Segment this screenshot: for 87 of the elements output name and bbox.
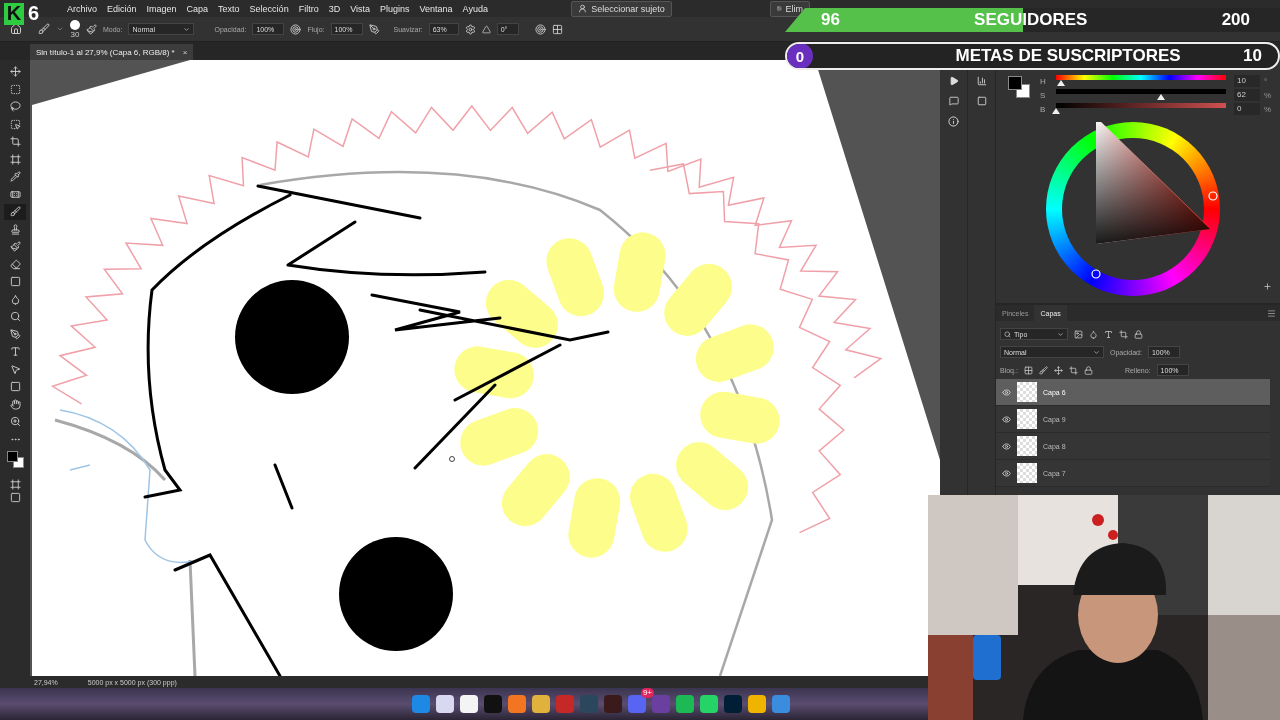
pressure-size-icon[interactable] — [534, 23, 546, 35]
menu-item[interactable]: Plugins — [375, 3, 415, 14]
slider-thumb[interactable] — [1052, 108, 1060, 114]
goal-target: 200 — [1221, 10, 1250, 30]
menu-item[interactable]: Ventana — [414, 3, 458, 14]
menu-item[interactable]: Filtro — [293, 3, 324, 14]
unit-label: % — [1264, 104, 1272, 114]
artboard-icon[interactable] — [1068, 365, 1078, 375]
goal-current: 0 — [787, 44, 813, 68]
smart-object-icon[interactable] — [1134, 329, 1143, 339]
menu-item[interactable]: 3D — [323, 3, 346, 14]
layer-thumbnail — [1017, 463, 1037, 483]
layer-thumbnail — [1017, 436, 1037, 456]
color-swatches[interactable] — [5, 449, 25, 469]
menu-item[interactable]: Texto — [213, 3, 245, 14]
channel-label: B — [1040, 104, 1047, 114]
close-icon[interactable]: × — [182, 47, 188, 57]
eye-icon[interactable] — [1002, 414, 1011, 424]
channel-label: S — [1040, 90, 1047, 100]
angle-icon — [481, 24, 491, 34]
app-icon[interactable] — [532, 695, 550, 713]
document-tab[interactable]: Sin título-1 al 27,9% (Capa 6, RGB/8) * × — [30, 44, 194, 60]
remove-background-button[interactable]: Elim — [770, 0, 810, 17]
image-icon[interactable] — [1074, 329, 1083, 339]
screen-mode-icon[interactable] — [9, 492, 21, 503]
unit-label: ° — [1264, 76, 1269, 86]
play-icon[interactable] — [948, 76, 959, 86]
app-icon[interactable] — [700, 695, 718, 713]
channel-label: H — [1040, 76, 1047, 86]
pressure-icon[interactable] — [290, 23, 302, 35]
unit-label: % — [1264, 90, 1272, 100]
app-icon[interactable] — [748, 695, 766, 713]
color-swatches[interactable] — [1008, 76, 1030, 98]
menu-item[interactable]: Selección — [244, 3, 294, 14]
menu-item[interactable]: Archivo — [62, 3, 102, 14]
move-icon[interactable] — [1053, 365, 1063, 375]
menu-item[interactable]: Edición — [102, 3, 142, 14]
select-subject-button[interactable]: Seleccionar sujeto — [571, 0, 672, 17]
layer-thumbnail — [1017, 382, 1037, 402]
logo-number: 6 — [28, 2, 40, 25]
airbrush-icon[interactable] — [368, 23, 380, 35]
eye-icon[interactable] — [1002, 441, 1011, 451]
menu-item[interactable]: Imagen — [141, 3, 182, 14]
adjustment-icon[interactable] — [1089, 329, 1098, 339]
eye-icon[interactable] — [1002, 387, 1011, 397]
app-icon[interactable] — [508, 695, 526, 713]
logo: K — [4, 2, 24, 25]
lock-icon[interactable] — [1083, 365, 1093, 375]
histogram-icon[interactable] — [976, 76, 987, 86]
app-icon[interactable] — [460, 695, 478, 713]
menu-icon[interactable] — [1267, 308, 1276, 318]
channel-value[interactable]: 62 — [1234, 89, 1260, 101]
caret-icon[interactable] — [56, 25, 64, 33]
info-icon[interactable] — [948, 116, 959, 127]
menu-item[interactable]: Vista — [345, 3, 375, 14]
symmetry-icon[interactable] — [551, 23, 563, 35]
add-icon[interactable] — [1263, 282, 1272, 291]
caret-icon — [1093, 348, 1100, 356]
brush-icon[interactable] — [38, 23, 50, 35]
goal-current: 96 — [821, 10, 840, 30]
menu-item[interactable]: Capa — [181, 3, 214, 14]
app-icon[interactable] — [436, 695, 454, 713]
notification-badge: 9+ — [640, 688, 654, 698]
menu-item[interactable]: Ayuda — [457, 3, 493, 14]
type-icon[interactable] — [1104, 329, 1113, 339]
layer-thumbnail — [1017, 409, 1037, 429]
app-icon[interactable] — [676, 695, 694, 713]
shape-icon[interactable] — [1119, 329, 1128, 339]
goal-label: METAS DE SUSCRIPTORES — [955, 46, 1181, 66]
comment-icon[interactable] — [948, 96, 959, 106]
home-icon[interactable] — [10, 23, 22, 35]
settings-icon[interactable] — [464, 23, 476, 35]
image-icon — [777, 4, 782, 13]
person-icon — [578, 4, 588, 13]
square-icon[interactable] — [976, 96, 987, 106]
eye-icon[interactable] — [1002, 468, 1011, 478]
goal-target: 10 — [1243, 46, 1262, 66]
channel-value[interactable]: 10 — [1234, 75, 1260, 87]
brush-icon[interactable] — [4, 204, 26, 220]
lock-pixels-icon[interactable] — [1023, 365, 1033, 375]
caret-icon — [1057, 330, 1064, 338]
quick-mask-icon[interactable] — [9, 479, 21, 490]
brush-panel-icon[interactable] — [86, 23, 97, 35]
brush-icon[interactable] — [1038, 365, 1048, 375]
channel-value[interactable]: 0 — [1234, 103, 1260, 115]
search-icon — [1004, 330, 1011, 338]
caret-icon — [183, 25, 191, 33]
